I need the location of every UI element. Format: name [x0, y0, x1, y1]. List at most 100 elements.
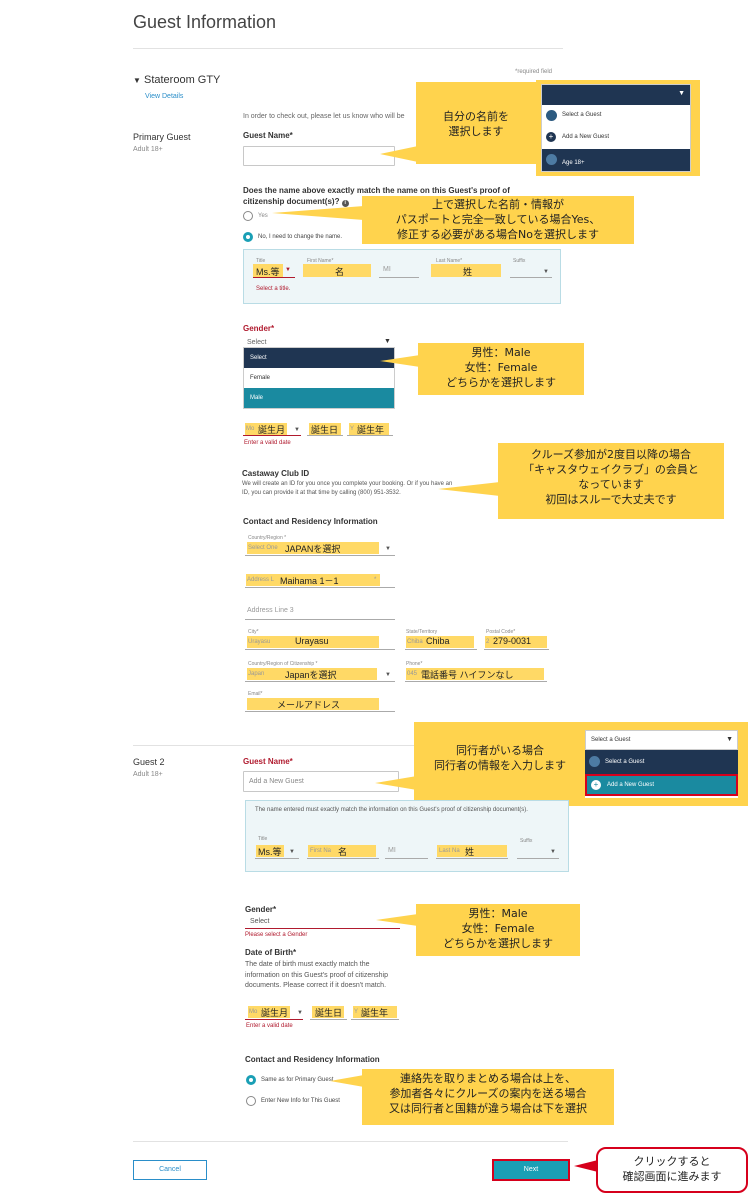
- guest2-dropdown[interactable]: Select a Guest ▼ Select a Guest + Add a …: [585, 730, 738, 798]
- guest2-title-value: Ms.等: [258, 847, 282, 857]
- citizenship-prefix: Japan: [248, 671, 265, 677]
- email-underline: [245, 711, 395, 712]
- dob-day-input[interactable]: 誕生日: [309, 423, 341, 435]
- guest2-dob-year[interactable]: Y 誕生年: [353, 1006, 397, 1018]
- address-line1-input[interactable]: Address L Maihama 1－1 *: [246, 574, 380, 586]
- caret-down-icon: ▼: [294, 427, 300, 433]
- caret-down-icon: ▼: [550, 849, 556, 855]
- year-prefix: Y: [350, 426, 355, 432]
- guest2-option-select[interactable]: Select a Guest: [585, 750, 738, 774]
- guest2-month-underline: [245, 1019, 303, 1020]
- guest2-dob-text: The date of birth must exactly match the…: [245, 961, 388, 989]
- ship-icon: [546, 110, 557, 121]
- year-underline: [347, 435, 393, 436]
- city-input[interactable]: Urayasu Urayasu: [247, 636, 379, 648]
- gender-select-value[interactable]: Select: [247, 339, 266, 346]
- guest2-sub: Adult 18+: [133, 771, 163, 778]
- callout-tail: [438, 482, 500, 496]
- suffix-select[interactable]: [510, 277, 552, 278]
- phone-prefix: 045: [407, 671, 418, 677]
- state-label: State/Territory: [406, 629, 438, 635]
- caret-down-icon: ▼: [385, 672, 391, 678]
- title-select[interactable]: Ms.等: [253, 264, 283, 277]
- guest2-last-value: 姓: [465, 847, 475, 857]
- city-prefix: Urayasu: [248, 639, 271, 645]
- guest2-suffix-select[interactable]: [517, 858, 559, 859]
- year-prefix: Y: [354, 1009, 359, 1015]
- radio-same-as-primary[interactable]: [246, 1075, 256, 1085]
- guest2-first-name-input[interactable]: First Na 名: [308, 845, 376, 857]
- guest-name-input[interactable]: [243, 146, 395, 166]
- city-underline: [245, 649, 395, 650]
- castaway-text: We will create an ID for you once you co…: [242, 481, 453, 496]
- postal-input[interactable]: 2 279-0031: [485, 636, 547, 648]
- radio-enter-new[interactable]: [246, 1096, 256, 1106]
- country-select[interactable]: Select One JAPANを選択: [247, 542, 379, 554]
- callout-contact: 連絡先を取りまとめる場合は上を、 参加者各々にクルーズの案内を送る場合 又は同行…: [362, 1069, 614, 1125]
- address-line3-input[interactable]: Address Line 3: [247, 607, 294, 614]
- dob-year-input[interactable]: Y 誕生年: [349, 423, 389, 435]
- guest2-dob-day[interactable]: 誕生日: [312, 1006, 344, 1018]
- mi-input[interactable]: MI: [383, 266, 391, 273]
- state-input[interactable]: Chiba Chiba: [406, 636, 474, 648]
- callout-companion: 同行者がいる場合 同行者の情報を入力します: [414, 722, 586, 806]
- cancel-button[interactable]: Cancel: [133, 1160, 207, 1180]
- dropdown-option-age[interactable]: Age 18+: [542, 149, 690, 171]
- guest2-dob-month[interactable]: Mo 誕生月: [248, 1006, 290, 1018]
- required-note: *required field: [515, 69, 553, 75]
- gender-option-select[interactable]: Select: [244, 348, 394, 368]
- stateroom-toggle[interactable]: ▼ Stateroom GTY: [133, 74, 220, 86]
- view-details-link[interactable]: View Details: [145, 93, 183, 100]
- guest-dropdown[interactable]: ▼ Select a Guest + Add a New Guest Age 1…: [541, 84, 691, 172]
- guest2-last-underline: [436, 858, 508, 859]
- address1-prefix: Address L: [247, 577, 275, 583]
- dropdown-header[interactable]: ▼: [542, 85, 690, 105]
- guest2-gender-underline: [245, 928, 400, 929]
- address1-value: Maihama 1－1: [280, 576, 339, 586]
- guest2-label: Guest 2: [133, 757, 165, 767]
- guest2-gender-select[interactable]: Select: [250, 918, 269, 925]
- address3-underline: [245, 619, 395, 620]
- guest2-last-name-input[interactable]: Last Na 姓: [437, 845, 507, 857]
- guest2-dropdown-header[interactable]: Select a Guest ▼: [585, 730, 738, 750]
- postal-prefix: 2: [486, 639, 490, 645]
- callout-tail: [375, 776, 417, 790]
- dob-month-select[interactable]: Mo 誕生月: [245, 423, 287, 435]
- gender-dropdown[interactable]: Select Female Male: [243, 347, 395, 409]
- month-value: 誕生月: [261, 1008, 289, 1018]
- callout-name-match: 上で選択した名前・情報が パスポートと完全一致している場合Yes、 修正する必要…: [362, 196, 634, 244]
- radio-no[interactable]: [243, 232, 253, 242]
- page-title: Guest Information: [133, 12, 277, 32]
- guest2-mi-input[interactable]: MI: [388, 847, 396, 854]
- postal-value: 279-0031: [493, 636, 532, 646]
- first-name-input[interactable]: 名: [303, 264, 371, 277]
- callout-tail: [380, 146, 418, 162]
- guest2-last-prefix: Last Na: [439, 848, 460, 854]
- guest2-panel-text: The name entered must exactly match the …: [255, 807, 528, 813]
- guest2-day-underline: [310, 1019, 347, 1020]
- phone-input[interactable]: 045 電話番号 ハイフンなし: [406, 668, 544, 680]
- dropdown-option-select[interactable]: Select a Guest: [542, 105, 690, 127]
- guest2-title-select[interactable]: Ms.等: [256, 845, 284, 857]
- citizenship-select[interactable]: Japan Japanを選択: [247, 668, 377, 680]
- guest2-suffix-label: Suffix: [520, 838, 533, 844]
- email-label: Email*: [248, 691, 263, 697]
- caret-down-icon: ▼: [385, 546, 391, 552]
- guest2-option-add-new[interactable]: + Add a New Guest: [585, 774, 738, 796]
- last-name-value: 姓: [463, 267, 473, 277]
- stateroom-label: Stateroom GTY: [143, 74, 221, 86]
- last-name-input[interactable]: 姓: [431, 264, 501, 277]
- email-input[interactable]: メールアドレス: [247, 698, 379, 710]
- caret-down-icon: ▼: [297, 1010, 303, 1016]
- dropdown-option-add[interactable]: + Add a New Guest: [542, 127, 690, 149]
- year-value: 誕生年: [361, 1008, 389, 1018]
- gender-option-male[interactable]: Male: [244, 388, 394, 408]
- city-label: City*: [248, 629, 259, 635]
- postal-underline: [484, 649, 549, 650]
- radio-yes[interactable]: [243, 211, 253, 221]
- next-button[interactable]: Next: [492, 1159, 570, 1181]
- callout-tail: [574, 1160, 598, 1172]
- guest2-mi-underline: [385, 858, 428, 859]
- gender-option-female[interactable]: Female: [244, 368, 394, 388]
- chevron-down-icon: ▼: [726, 736, 733, 743]
